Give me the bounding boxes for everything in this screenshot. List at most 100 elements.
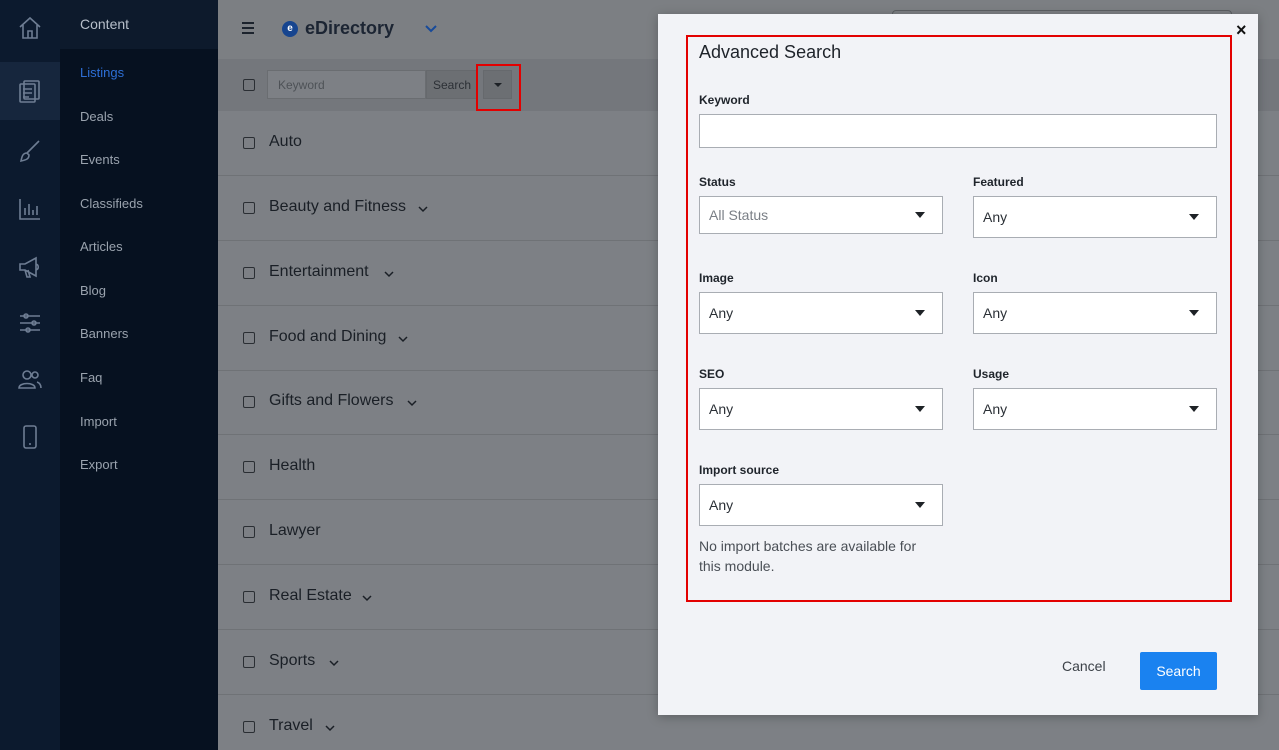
rail-settings[interactable] xyxy=(0,296,60,350)
row-checkbox[interactable] xyxy=(243,721,255,733)
caret-down-icon xyxy=(915,310,925,316)
import-source-select[interactable]: Any xyxy=(699,484,943,526)
bar-chart-icon xyxy=(19,199,40,220)
cancel-button[interactable]: Cancel xyxy=(1062,658,1106,674)
row-checkbox[interactable] xyxy=(243,332,255,344)
caret-down-icon xyxy=(915,502,925,508)
featured-label: Featured xyxy=(973,175,1024,189)
users-icon xyxy=(18,370,42,389)
chevron-down-icon[interactable] xyxy=(383,268,395,280)
sidebar-item-import[interactable]: Import xyxy=(80,414,117,429)
import-source-label: Import source xyxy=(699,463,780,477)
chevron-down-icon[interactable] xyxy=(417,203,429,215)
rail-users[interactable] xyxy=(0,352,60,406)
icon-label: Icon xyxy=(973,271,998,285)
seo-select[interactable]: Any xyxy=(699,388,943,430)
category-label: Entertainment xyxy=(269,263,369,280)
sidebar-item-faq[interactable]: Faq xyxy=(80,370,102,385)
sidebar-title: Content xyxy=(60,0,218,49)
home-icon xyxy=(19,16,41,39)
image-value: Any xyxy=(709,305,734,321)
rail-content[interactable] xyxy=(0,62,60,120)
mobile-icon xyxy=(23,425,37,449)
category-label: Health xyxy=(269,457,316,474)
seo-label: SEO xyxy=(699,367,725,381)
row-checkbox[interactable] xyxy=(243,656,255,668)
sidebar-item-events[interactable]: Events xyxy=(80,152,120,167)
search-button[interactable]: Search xyxy=(426,70,478,99)
caret-down-icon xyxy=(915,406,925,412)
select-all-checkbox[interactable] xyxy=(243,79,255,91)
usage-label: Usage xyxy=(973,367,1010,381)
chevron-down-icon[interactable] xyxy=(397,333,409,345)
sliders-icon xyxy=(20,313,40,333)
status-label: Status xyxy=(699,175,736,189)
search-submit-button[interactable]: Search xyxy=(1140,652,1217,690)
row-checkbox[interactable] xyxy=(243,396,255,408)
seo-value: Any xyxy=(709,401,734,417)
category-label: Food and Dining xyxy=(269,328,387,345)
sidebar-item-export[interactable]: Export xyxy=(80,457,118,472)
rail-design[interactable] xyxy=(0,124,60,178)
chevron-down-icon[interactable] xyxy=(424,22,438,36)
category-label: Travel xyxy=(269,717,313,734)
brush-icon xyxy=(19,140,40,163)
brand-name: eDirectory xyxy=(305,18,395,38)
featured-value: Any xyxy=(983,209,1008,225)
chevron-down-icon[interactable] xyxy=(324,722,336,734)
sidebar-item-classifieds[interactable]: Classifieds xyxy=(80,196,143,211)
caret-down-icon xyxy=(915,212,925,218)
row-checkbox[interactable] xyxy=(243,526,255,538)
chevron-down-icon[interactable] xyxy=(361,592,373,604)
category-label: Gifts and Flowers xyxy=(269,392,394,409)
rail-promote[interactable] xyxy=(0,240,60,294)
import-note: No import batches are available for this… xyxy=(699,538,917,574)
brand[interactable]: e eDirectory xyxy=(282,18,394,39)
keyword-input[interactable] xyxy=(267,70,426,99)
sidebar-item-articles[interactable]: Articles xyxy=(80,239,123,254)
usage-value: Any xyxy=(983,401,1008,417)
keyword-field[interactable] xyxy=(699,114,1217,148)
row-checkbox[interactable] xyxy=(243,202,255,214)
caret-down-icon xyxy=(1189,214,1199,220)
category-label: Auto xyxy=(269,133,302,150)
rail-mobile[interactable] xyxy=(0,410,60,464)
menu-icon[interactable] xyxy=(242,22,254,34)
rail-reports[interactable] xyxy=(0,182,60,236)
keyword-label: Keyword xyxy=(699,93,750,107)
close-icon[interactable]: × xyxy=(1236,20,1247,40)
status-value: All Status xyxy=(709,207,769,223)
row-checkbox[interactable] xyxy=(243,267,255,279)
category-label: Beauty and Fitness xyxy=(269,198,406,215)
image-select[interactable]: Any xyxy=(699,292,943,334)
chevron-down-icon[interactable] xyxy=(328,657,340,669)
category-label: Sports xyxy=(269,652,316,669)
featured-select[interactable]: Any xyxy=(973,196,1217,238)
sidebar-item-listings[interactable]: Listings xyxy=(80,65,124,80)
icon-value: Any xyxy=(983,305,1008,321)
icon-select[interactable]: Any xyxy=(973,292,1217,334)
sidebar-item-blog[interactable]: Blog xyxy=(80,283,106,298)
image-label: Image xyxy=(699,271,734,285)
category-label: Real Estate xyxy=(269,587,352,604)
import-source-value: Any xyxy=(709,497,734,513)
status-select[interactable]: All Status xyxy=(699,196,943,234)
modal-title: Advanced Search xyxy=(699,42,842,62)
icon-rail xyxy=(0,0,60,750)
brand-logo-icon: e xyxy=(282,20,298,37)
category-label: Lawyer xyxy=(269,522,321,539)
highlight-box xyxy=(476,64,521,111)
caret-down-icon xyxy=(1189,406,1199,412)
row-checkbox[interactable] xyxy=(243,591,255,603)
megaphone-icon xyxy=(19,256,40,278)
row-checkbox[interactable] xyxy=(243,137,255,149)
sidebar-item-banners[interactable]: Banners xyxy=(80,326,128,341)
sidebar: Content Listings Deals Events Classified… xyxy=(60,0,218,750)
row-checkbox[interactable] xyxy=(243,461,255,473)
rail-home[interactable] xyxy=(0,1,60,55)
content-icon xyxy=(19,80,40,103)
usage-select[interactable]: Any xyxy=(973,388,1217,430)
sidebar-item-deals[interactable]: Deals xyxy=(80,109,113,124)
chevron-down-icon[interactable] xyxy=(406,397,418,409)
advanced-search-modal: × Advanced Search Keyword Status All Sta… xyxy=(658,14,1258,715)
